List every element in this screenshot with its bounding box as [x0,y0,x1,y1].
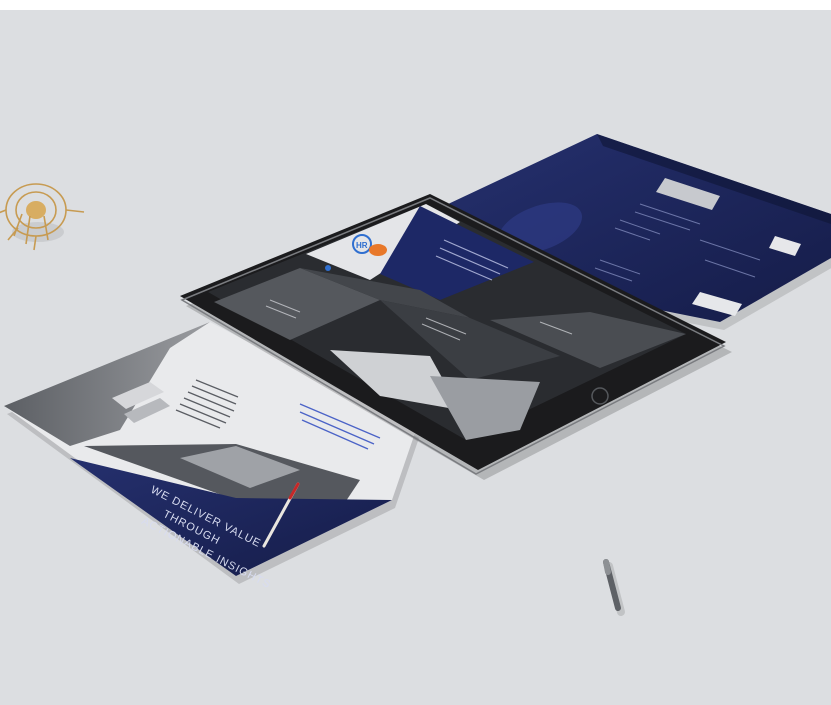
product-mockup-scene: WE DELIVER VALUE THROUGH ACTIONABLE INSI… [0,0,831,705]
mockup-illustration: WE DELIVER VALUE THROUGH ACTIONABLE INSI… [0,134,831,616]
logo-text: HR [356,241,368,250]
wooden-spiral-ornament-icon [0,183,85,251]
pen-cap-icon [603,559,625,616]
